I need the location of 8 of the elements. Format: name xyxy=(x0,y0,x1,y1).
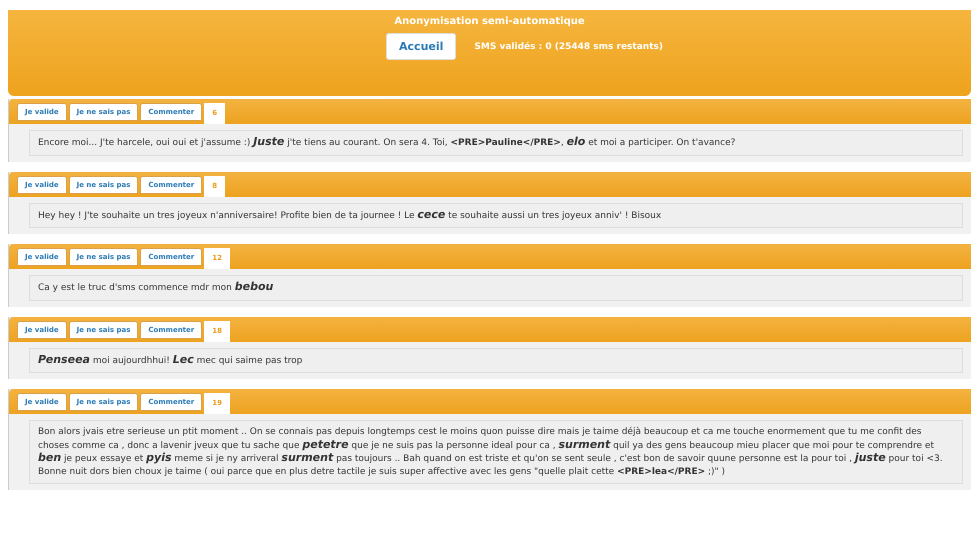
message-text: Bon alors jvais etre serieuse un ptit moment .. On se connais pas depuis longtemps cest le moins quon puisse dire mais je taime déjà beaucoup et ca me touche enormement que tu me confit des choses comme ca , donc a lavenir jveux que tu sache que petetre que je ne suis pas la personne ideal pour ca , surment quil ya des gens beaucoup mieu placer que moi pour te comprendre et ben je peux essaye et pyis meme si je ny arriveral surment pas toujours .. Bah quand on est triste et qu'on se sent seule , c'est bon de savoir quune personne est la pour toi , juste pour toi <3. Bonne nuit dors bien choux je taime ( oui parce que en plus detre tactile je suis super affective avec les gens "quelle plait cette <PRE>lea</PRE> ;)" ) xyxy=(29,420,963,484)
status-text: SMS validés : 0 (25448 sms restants) xyxy=(474,42,663,52)
message-text: Hey hey ! J'te souhaite un tres joyeux n'anniversaire! Profite bien de ta journee ! Le cece te souhaite aussi un tres joyeux anniv' ! Bisoux xyxy=(29,202,963,228)
page-title: Anonymisation semi-automatique xyxy=(394,16,585,27)
message-text: Penseea moi aujourdhhui! Lec mec qui saime pas trop xyxy=(29,348,963,373)
message-text: Ca y est le truc d'sms commence mdr mon bebou xyxy=(29,275,963,300)
message-text: Encore moi... J'te harcele, oui oui et j'assume :) Juste j'te tiens au courant. On sera 4. Toi, <PRE>Pauline</PRE>, elo et moi a participer. On t'avance? xyxy=(29,130,963,156)
home-button[interactable]: Accueil xyxy=(386,33,456,60)
